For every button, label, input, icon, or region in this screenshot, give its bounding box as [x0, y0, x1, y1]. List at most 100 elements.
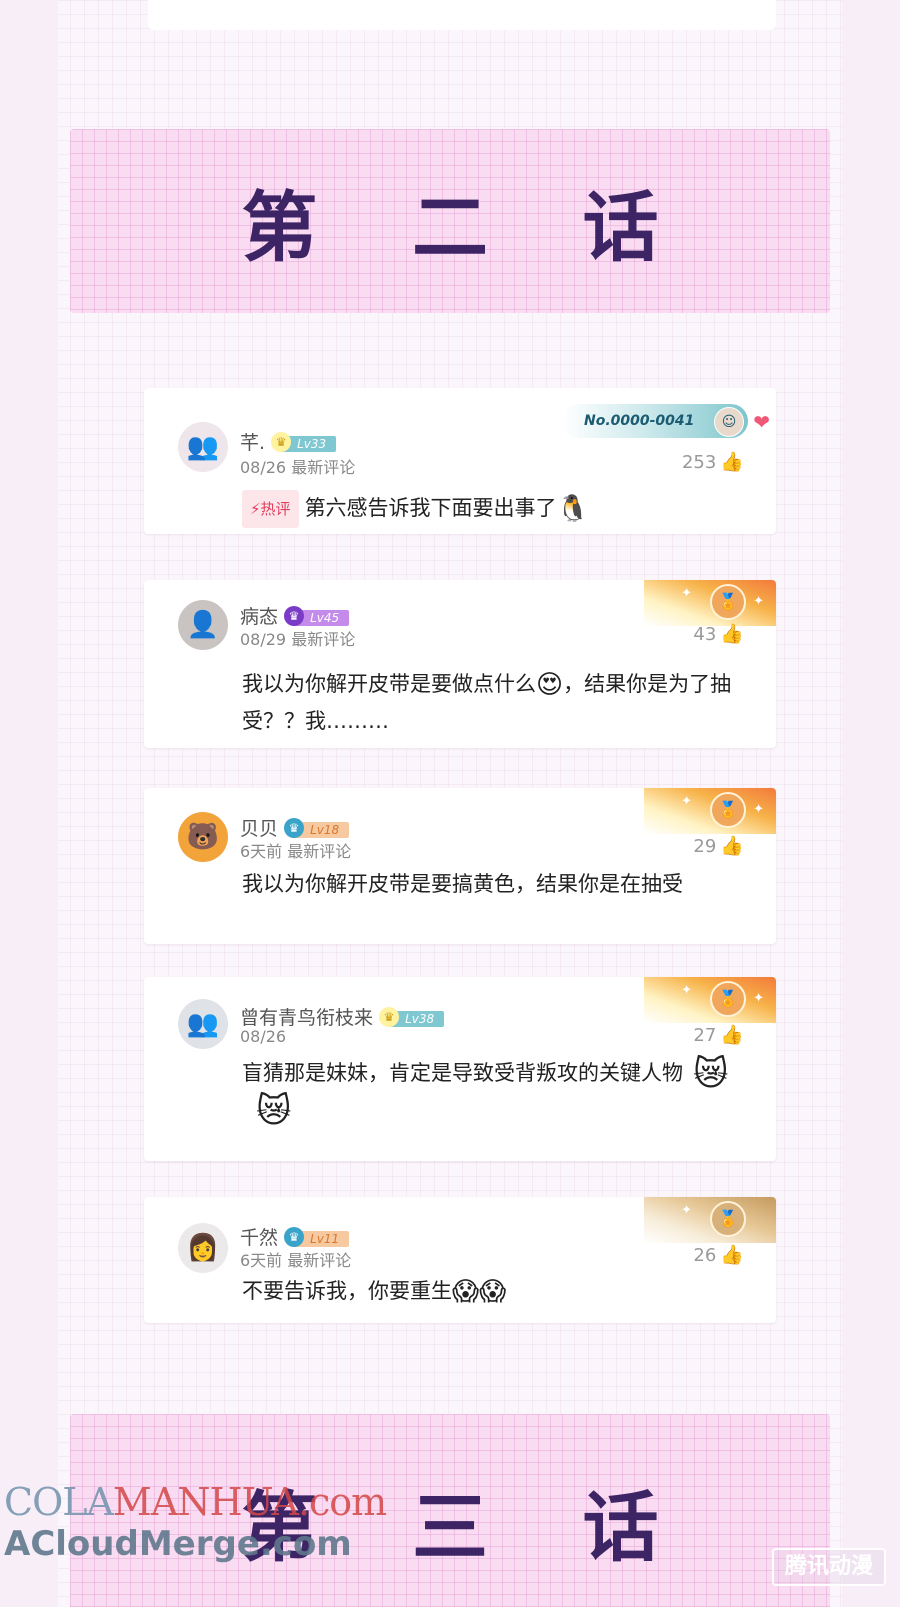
comment-card[interactable]: ✦ 🏅 ✦ 👥 曾有青鸟衔枝来 ♛ Lv38 08/26 27 👍 盲猜那是妹妹，…: [144, 977, 776, 1161]
comment-tag: 最新评论: [291, 630, 356, 649]
avatar[interactable]: 🐻: [178, 812, 228, 862]
like-button[interactable]: 253 👍: [682, 450, 744, 473]
comment-date: 08/26: [240, 1027, 287, 1046]
penguin-emoji-icon: 🐧: [556, 494, 589, 524]
previous-comment-card: [148, 0, 776, 30]
avatar[interactable]: 👩: [178, 1223, 228, 1273]
anime-group-avatar-icon: 👥: [186, 432, 220, 462]
comment-meta: 6天前 最新评论: [240, 838, 351, 862]
like-button[interactable]: 43 👍: [693, 622, 744, 645]
girl-photo-avatar-icon: 👤: [186, 610, 220, 640]
scream-emoji-icon: 😱: [479, 1277, 507, 1307]
username[interactable]: 病态: [240, 606, 278, 628]
chibi-sticker-icon: 😿: [693, 1054, 729, 1094]
avatar[interactable]: 👤: [178, 600, 228, 650]
like-count: 253: [681, 452, 717, 473]
crown-icon: ♛: [284, 1226, 305, 1247]
comment-meta: 08/26 最新评论: [240, 454, 355, 478]
medal-icon: 🏅: [710, 792, 746, 828]
comment-tag: 最新评论: [287, 842, 352, 861]
comment-meta: 08/26: [240, 1027, 286, 1046]
username[interactable]: 千然: [240, 1227, 278, 1249]
hot-comment-badge: ⚡热评: [242, 490, 299, 528]
like-count: 27: [693, 1025, 717, 1046]
like-count: 29: [693, 836, 717, 857]
anime-group-avatar-icon: 👥: [186, 1009, 220, 1039]
corner-decoration: ✦ 🏅 ✦: [644, 580, 776, 626]
comment-tag: 最新评论: [287, 1251, 352, 1270]
level-badge: ♛ Lv18: [284, 817, 350, 838]
comment-text: 我以为你解开皮带是要搞黄色，结果你是在抽受: [242, 872, 683, 896]
heart-icon: ❤: [753, 410, 770, 434]
like-count: 43: [693, 624, 717, 645]
comment-date: 6天前: [240, 1251, 283, 1270]
sparkle-icon: ✦: [681, 794, 692, 809]
comment-text: 我以为你解开皮带是要做点什么😍，结果你是为了抽受？？我………: [242, 670, 732, 733]
thumb-up-icon: 👍: [720, 451, 744, 473]
right-margin: [842, 0, 900, 1607]
medal-icon: 🏅: [710, 1201, 746, 1237]
comment-text: 盲猜那是妹妹，肯定是导致受背叛攻的关键人物 😿😿: [242, 1054, 729, 1131]
medal-icon: 🏅: [710, 584, 746, 620]
like-button[interactable]: 29 👍: [693, 834, 744, 857]
heart-eyes-emoji-icon: 😍: [536, 670, 564, 700]
like-button[interactable]: 26 👍: [693, 1243, 744, 1266]
sparkle-icon: ✦: [681, 1203, 692, 1218]
username[interactable]: 贝贝: [240, 818, 278, 840]
level-badge: ♛ Lv33: [271, 431, 337, 452]
crown-icon: ♛: [284, 605, 305, 626]
episode-banner: 第 二 话: [70, 129, 830, 313]
comment-text: 不要告诉我，你要重生😱😱: [242, 1277, 507, 1307]
comment-date: 08/29: [240, 630, 287, 649]
username[interactable]: 芊.: [240, 432, 265, 454]
comment-date: 6天前: [240, 842, 283, 861]
sparkle-icon: ✦: [753, 594, 764, 609]
avatar[interactable]: 👥: [178, 999, 228, 1049]
avatar[interactable]: 👥: [178, 422, 228, 472]
medal-icon: 🏅: [710, 981, 746, 1017]
like-button[interactable]: 27 👍: [693, 1023, 744, 1046]
anime-girl-avatar-icon: 👩: [186, 1233, 220, 1263]
fan-number-badge: No.0000-0041 ☺: [562, 404, 748, 438]
sparkle-icon: ✦: [753, 991, 764, 1006]
comment-meta: 08/29 最新评论: [240, 626, 355, 650]
sparkle-icon: ✦: [753, 802, 764, 817]
comment-card[interactable]: ✦ 🏅 👩 千然 ♛ Lv11 6天前 最新评论 26 👍 不要告诉我，你要重生😱…: [144, 1197, 776, 1323]
corner-decoration: ✦ 🏅 ✦: [644, 977, 776, 1023]
comment-tag: 最新评论: [291, 458, 356, 477]
left-margin: [0, 0, 58, 1607]
episode-title: 第 二 话: [241, 183, 693, 272]
comment-card[interactable]: ✦ 🏅 ✦ 🐻 贝贝 ♛ Lv18 6天前 最新评论 29 👍 我以为你解开皮带是…: [144, 788, 776, 944]
sparkle-icon: ✦: [681, 983, 692, 998]
comment-meta: 6天前 最新评论: [240, 1247, 351, 1271]
crown-icon: ♛: [271, 431, 292, 452]
comment-date: 08/26: [240, 458, 287, 477]
username[interactable]: 曾有青鸟衔枝来: [240, 1007, 373, 1029]
crown-icon: ♛: [379, 1006, 400, 1027]
thumb-up-icon: 👍: [720, 1244, 744, 1266]
comment-card[interactable]: 👥 芊. ♛ Lv33 08/26 最新评论 No.0000-0041 ☺ ❤ …: [144, 388, 776, 534]
lightning-icon: ⚡: [250, 500, 261, 518]
thumb-up-icon: 👍: [720, 835, 744, 857]
sparkle-icon: ✦: [681, 586, 692, 601]
character-avatar-icon: ☺: [714, 407, 744, 437]
level-badge: ♛ Lv38: [379, 1006, 445, 1027]
comment-card[interactable]: ✦ 🏅 ✦ 👤 病态 ♛ Lv45 08/29 最新评论 43 👍 我以为你解开皮…: [144, 580, 776, 748]
level-badge: ♛ Lv45: [284, 605, 350, 626]
chibi-sticker-icon: 😿: [256, 1091, 292, 1131]
watermark-colamanhua: COLAMANHUA.com: [4, 1480, 387, 1524]
level-badge: ♛ Lv11: [284, 1226, 350, 1247]
thumb-up-icon: 👍: [720, 623, 744, 645]
fan-number: No.0000-0041: [584, 413, 695, 429]
crown-icon: ♛: [284, 817, 305, 838]
comic-page: 第 二 话 👥 芊. ♛ Lv33 08/26 最新评论 No.0000-004…: [0, 0, 900, 1607]
like-count: 26: [693, 1245, 717, 1266]
watermark-acloudmerge: ACloudMerge.com: [4, 1524, 352, 1564]
thumb-up-icon: 👍: [720, 1024, 744, 1046]
corner-decoration: ✦ 🏅: [644, 1197, 776, 1243]
watermark-tencent-comic: 腾讯动漫: [772, 1548, 886, 1586]
corner-decoration: ✦ 🏅 ✦: [644, 788, 776, 834]
scream-emoji-icon: 😱: [452, 1277, 480, 1307]
orange-cartoon-avatar-icon: 🐻: [186, 822, 220, 852]
comment-text: ⚡热评 第六感告诉我下面要出事了🐧: [242, 490, 740, 528]
